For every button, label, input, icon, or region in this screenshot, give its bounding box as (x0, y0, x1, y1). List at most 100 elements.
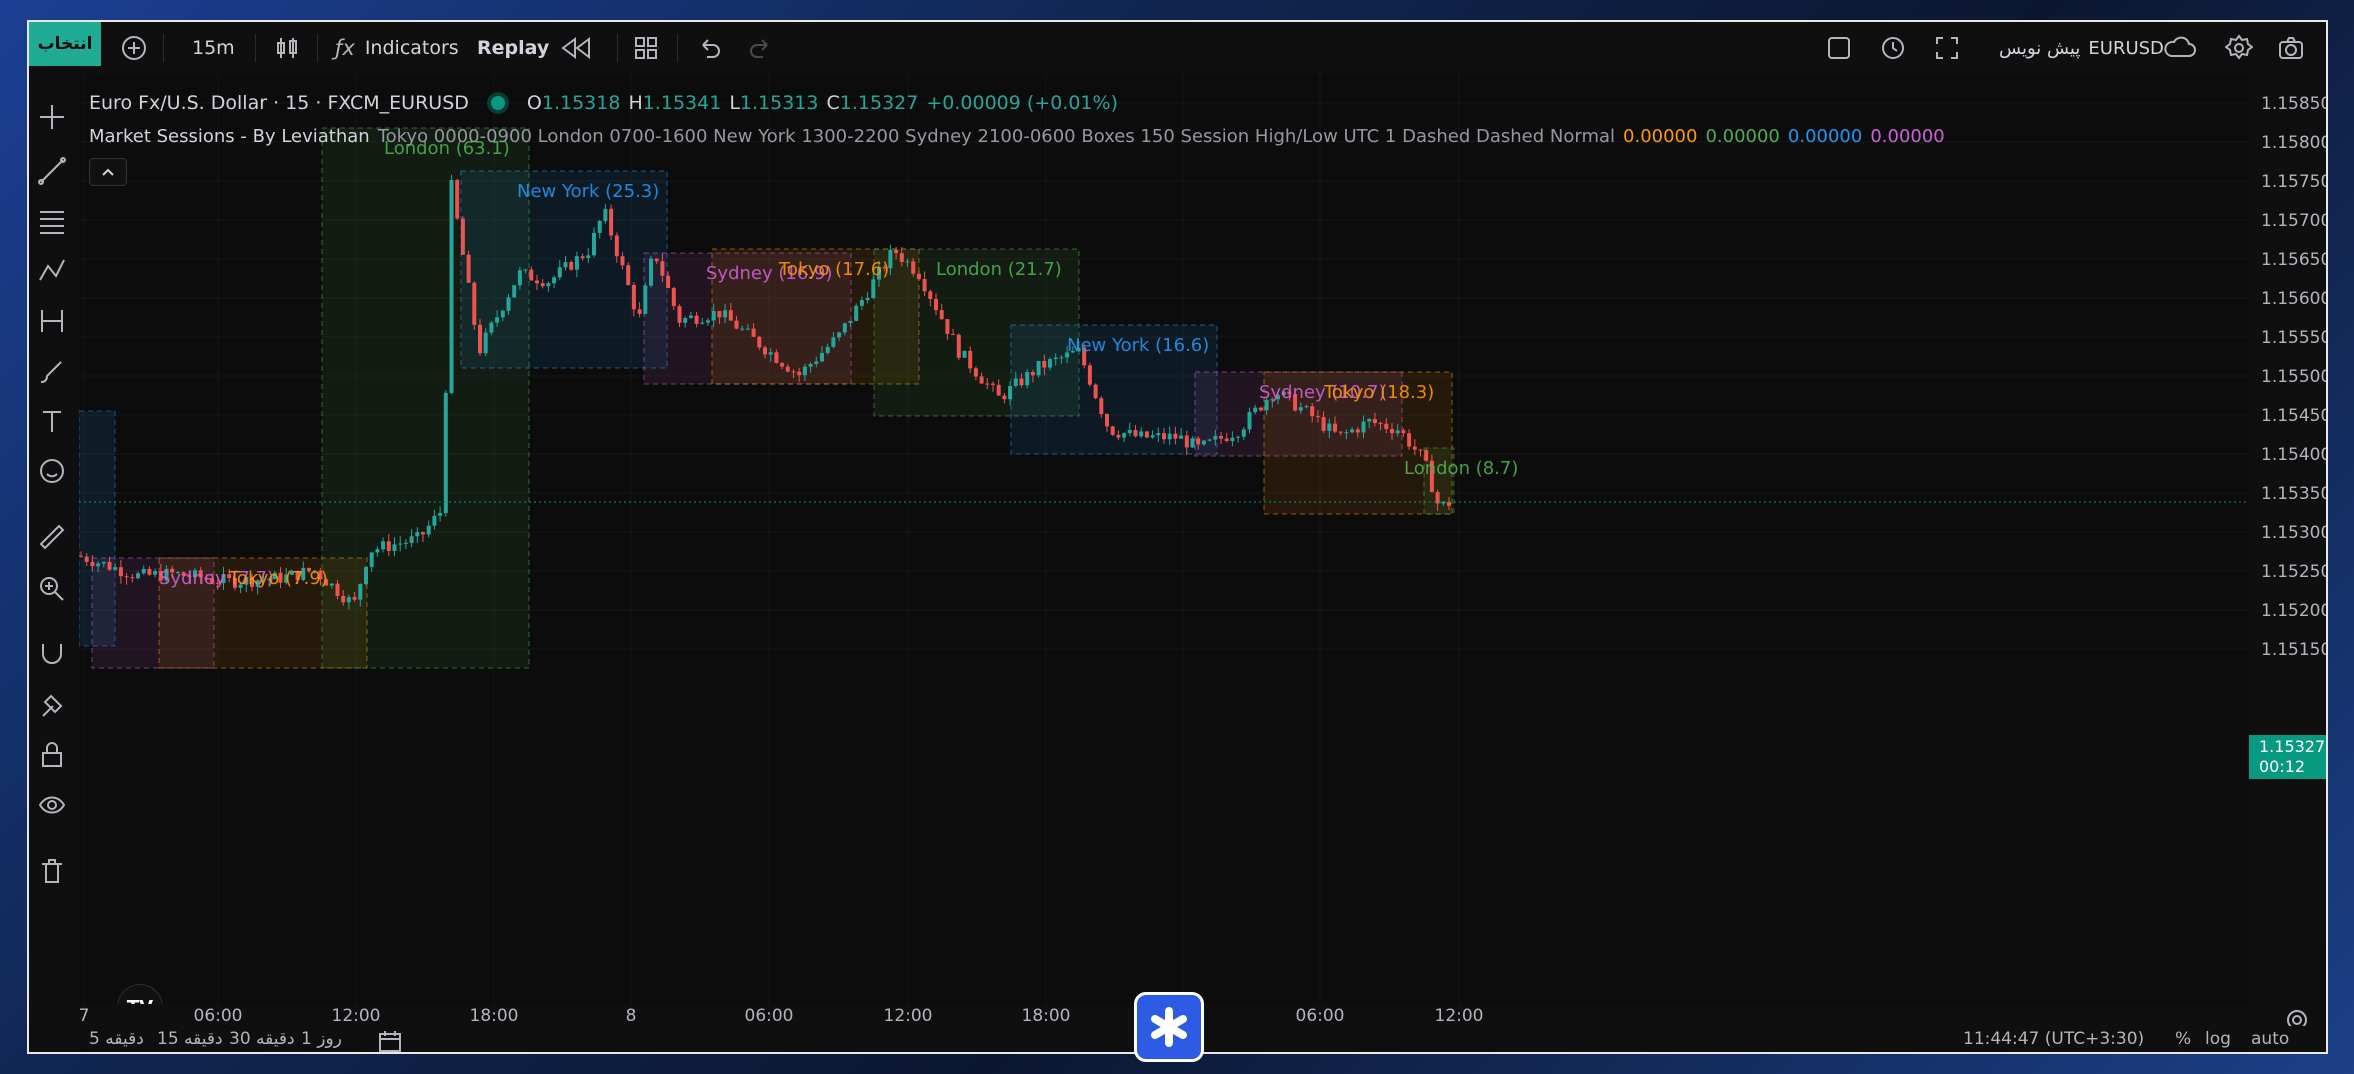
candle-body (1258, 407, 1263, 411)
candle-body (1008, 385, 1013, 400)
expand-icon (1936, 37, 1958, 59)
candle-body (1059, 357, 1064, 359)
high-value: 1.15341 (642, 92, 722, 114)
candle-body (848, 320, 853, 324)
candle-body (107, 561, 112, 570)
range-5m[interactable]: 5 دقیقه (89, 1029, 144, 1049)
zoom-in-icon[interactable] (37, 574, 67, 604)
auto-toggle[interactable]: auto (2251, 1029, 2289, 1049)
percent-toggle[interactable]: % (2175, 1029, 2191, 1049)
candle-body (956, 334, 961, 358)
candle-body (1315, 416, 1320, 418)
candle-body (1361, 421, 1366, 433)
select-button[interactable]: انتخاب (29, 22, 101, 66)
candle-body (483, 332, 488, 354)
time-label: 18:00 (1021, 1006, 1071, 1026)
ruler-icon[interactable] (37, 522, 67, 552)
market-status-icon (490, 96, 505, 110)
eye-icon[interactable] (37, 790, 67, 820)
candle-body (1304, 406, 1309, 408)
time-label: 06:00 (1295, 1006, 1345, 1026)
candle-body (660, 261, 665, 276)
price-axis[interactable]: 1.15850 1.15800 1.15750 1.15700 1.15650 1.156… (2249, 74, 2328, 1004)
forecast-icon[interactable] (37, 306, 67, 336)
candle-body (1144, 431, 1149, 438)
layout-button[interactable] (633, 22, 659, 74)
interval-button[interactable]: 15m (192, 22, 235, 74)
fullscreen-toggle[interactable] (1825, 22, 1853, 74)
candle-body (757, 336, 762, 348)
expand-button[interactable] (1933, 22, 1961, 74)
symbol-title[interactable]: Euro Fx/U.S. Dollar · 15 · FXCM_EURUSD (89, 92, 469, 114)
candle-body (1025, 372, 1030, 386)
symbol-draft[interactable]: پیش نویس EURUSD (1999, 22, 2164, 74)
undo-button[interactable] (697, 22, 723, 74)
candle-body (991, 383, 995, 385)
time-label: 06:00 (193, 1006, 243, 1026)
candle-body (996, 384, 1001, 396)
emoji-icon[interactable] (37, 456, 67, 486)
candle-body (1110, 426, 1115, 435)
candlestick-chart[interactable]: Sydney (7.7)Tokyo (7.9)London (63.1)New … (79, 74, 2249, 1004)
range-1d[interactable]: 1 روز (301, 1029, 342, 1049)
collapse-legend-button[interactable] (89, 158, 127, 186)
plus-circle-icon (122, 36, 146, 60)
text-icon[interactable] (37, 406, 67, 436)
clock-alert-icon (1882, 37, 1904, 59)
candle-body (409, 536, 414, 543)
replay-button[interactable]: Replay (477, 22, 593, 74)
add-symbol-button[interactable] (121, 22, 147, 74)
indicators-button[interactable]: ƒx Indicators (335, 22, 459, 74)
chart-type-button[interactable] (273, 22, 301, 74)
candle-body (700, 322, 705, 324)
cloud-sync-button[interactable] (2163, 22, 2197, 74)
snapshot-button[interactable] (2277, 22, 2305, 74)
candle-body (341, 595, 346, 603)
candle-body (1133, 430, 1138, 437)
candle-body (438, 513, 443, 516)
candle-body (1327, 423, 1332, 431)
candle-body (443, 392, 448, 514)
magnet-icon[interactable] (37, 640, 67, 670)
candle-body (1122, 433, 1127, 438)
candle-body (1167, 433, 1172, 440)
alert-button[interactable] (1879, 22, 1907, 74)
candle-body (96, 563, 101, 567)
assistant-button[interactable] (1134, 992, 1204, 1062)
range-15m[interactable]: 15 دقیقه (157, 1029, 223, 1049)
indicator-name[interactable]: Market Sessions - By Leviathan (89, 126, 370, 147)
fib-icon[interactable] (37, 206, 67, 236)
candle-body (1372, 418, 1377, 424)
lock-icon[interactable] (37, 740, 67, 770)
clock-display[interactable]: 11:44:47 (UTC+3:30) (1963, 1029, 2144, 1049)
candle-body (90, 561, 95, 567)
trash-icon[interactable] (37, 856, 67, 886)
candle-body (968, 350, 973, 369)
chart-pane[interactable]: Sydney (7.7) Tokyo (7.9) London (63.1) New … (79, 74, 2249, 1030)
candle-body (540, 283, 545, 287)
brush-icon[interactable] (37, 356, 67, 386)
calendar-icon[interactable] (377, 1029, 403, 1053)
log-toggle[interactable]: log (2205, 1029, 2231, 1049)
candle-body (820, 352, 824, 362)
crosshair-icon[interactable] (37, 102, 67, 132)
open-value: 1.15318 (541, 92, 621, 114)
redo-button[interactable] (747, 22, 773, 74)
session-label: Tokyo (17.6) (778, 259, 889, 280)
lock-drawing-icon[interactable] (37, 690, 67, 720)
candle-body (1401, 430, 1406, 434)
range-30m[interactable]: 30 دقیقه (229, 1029, 295, 1049)
replay-label: Replay (477, 37, 550, 59)
candle-body (842, 323, 847, 333)
candle-body (711, 311, 716, 321)
price-label: 1.15750 (2261, 172, 2328, 192)
settings-button[interactable] (2225, 22, 2253, 74)
candle-body (928, 291, 933, 299)
candle-body (1042, 360, 1047, 368)
candle-body (1384, 423, 1389, 430)
candle-body (478, 324, 482, 354)
pattern-icon[interactable] (37, 256, 67, 286)
candle-body (101, 561, 106, 564)
bar-countdown: 00:12 (2259, 757, 2306, 776)
trend-line-icon[interactable] (37, 156, 67, 186)
